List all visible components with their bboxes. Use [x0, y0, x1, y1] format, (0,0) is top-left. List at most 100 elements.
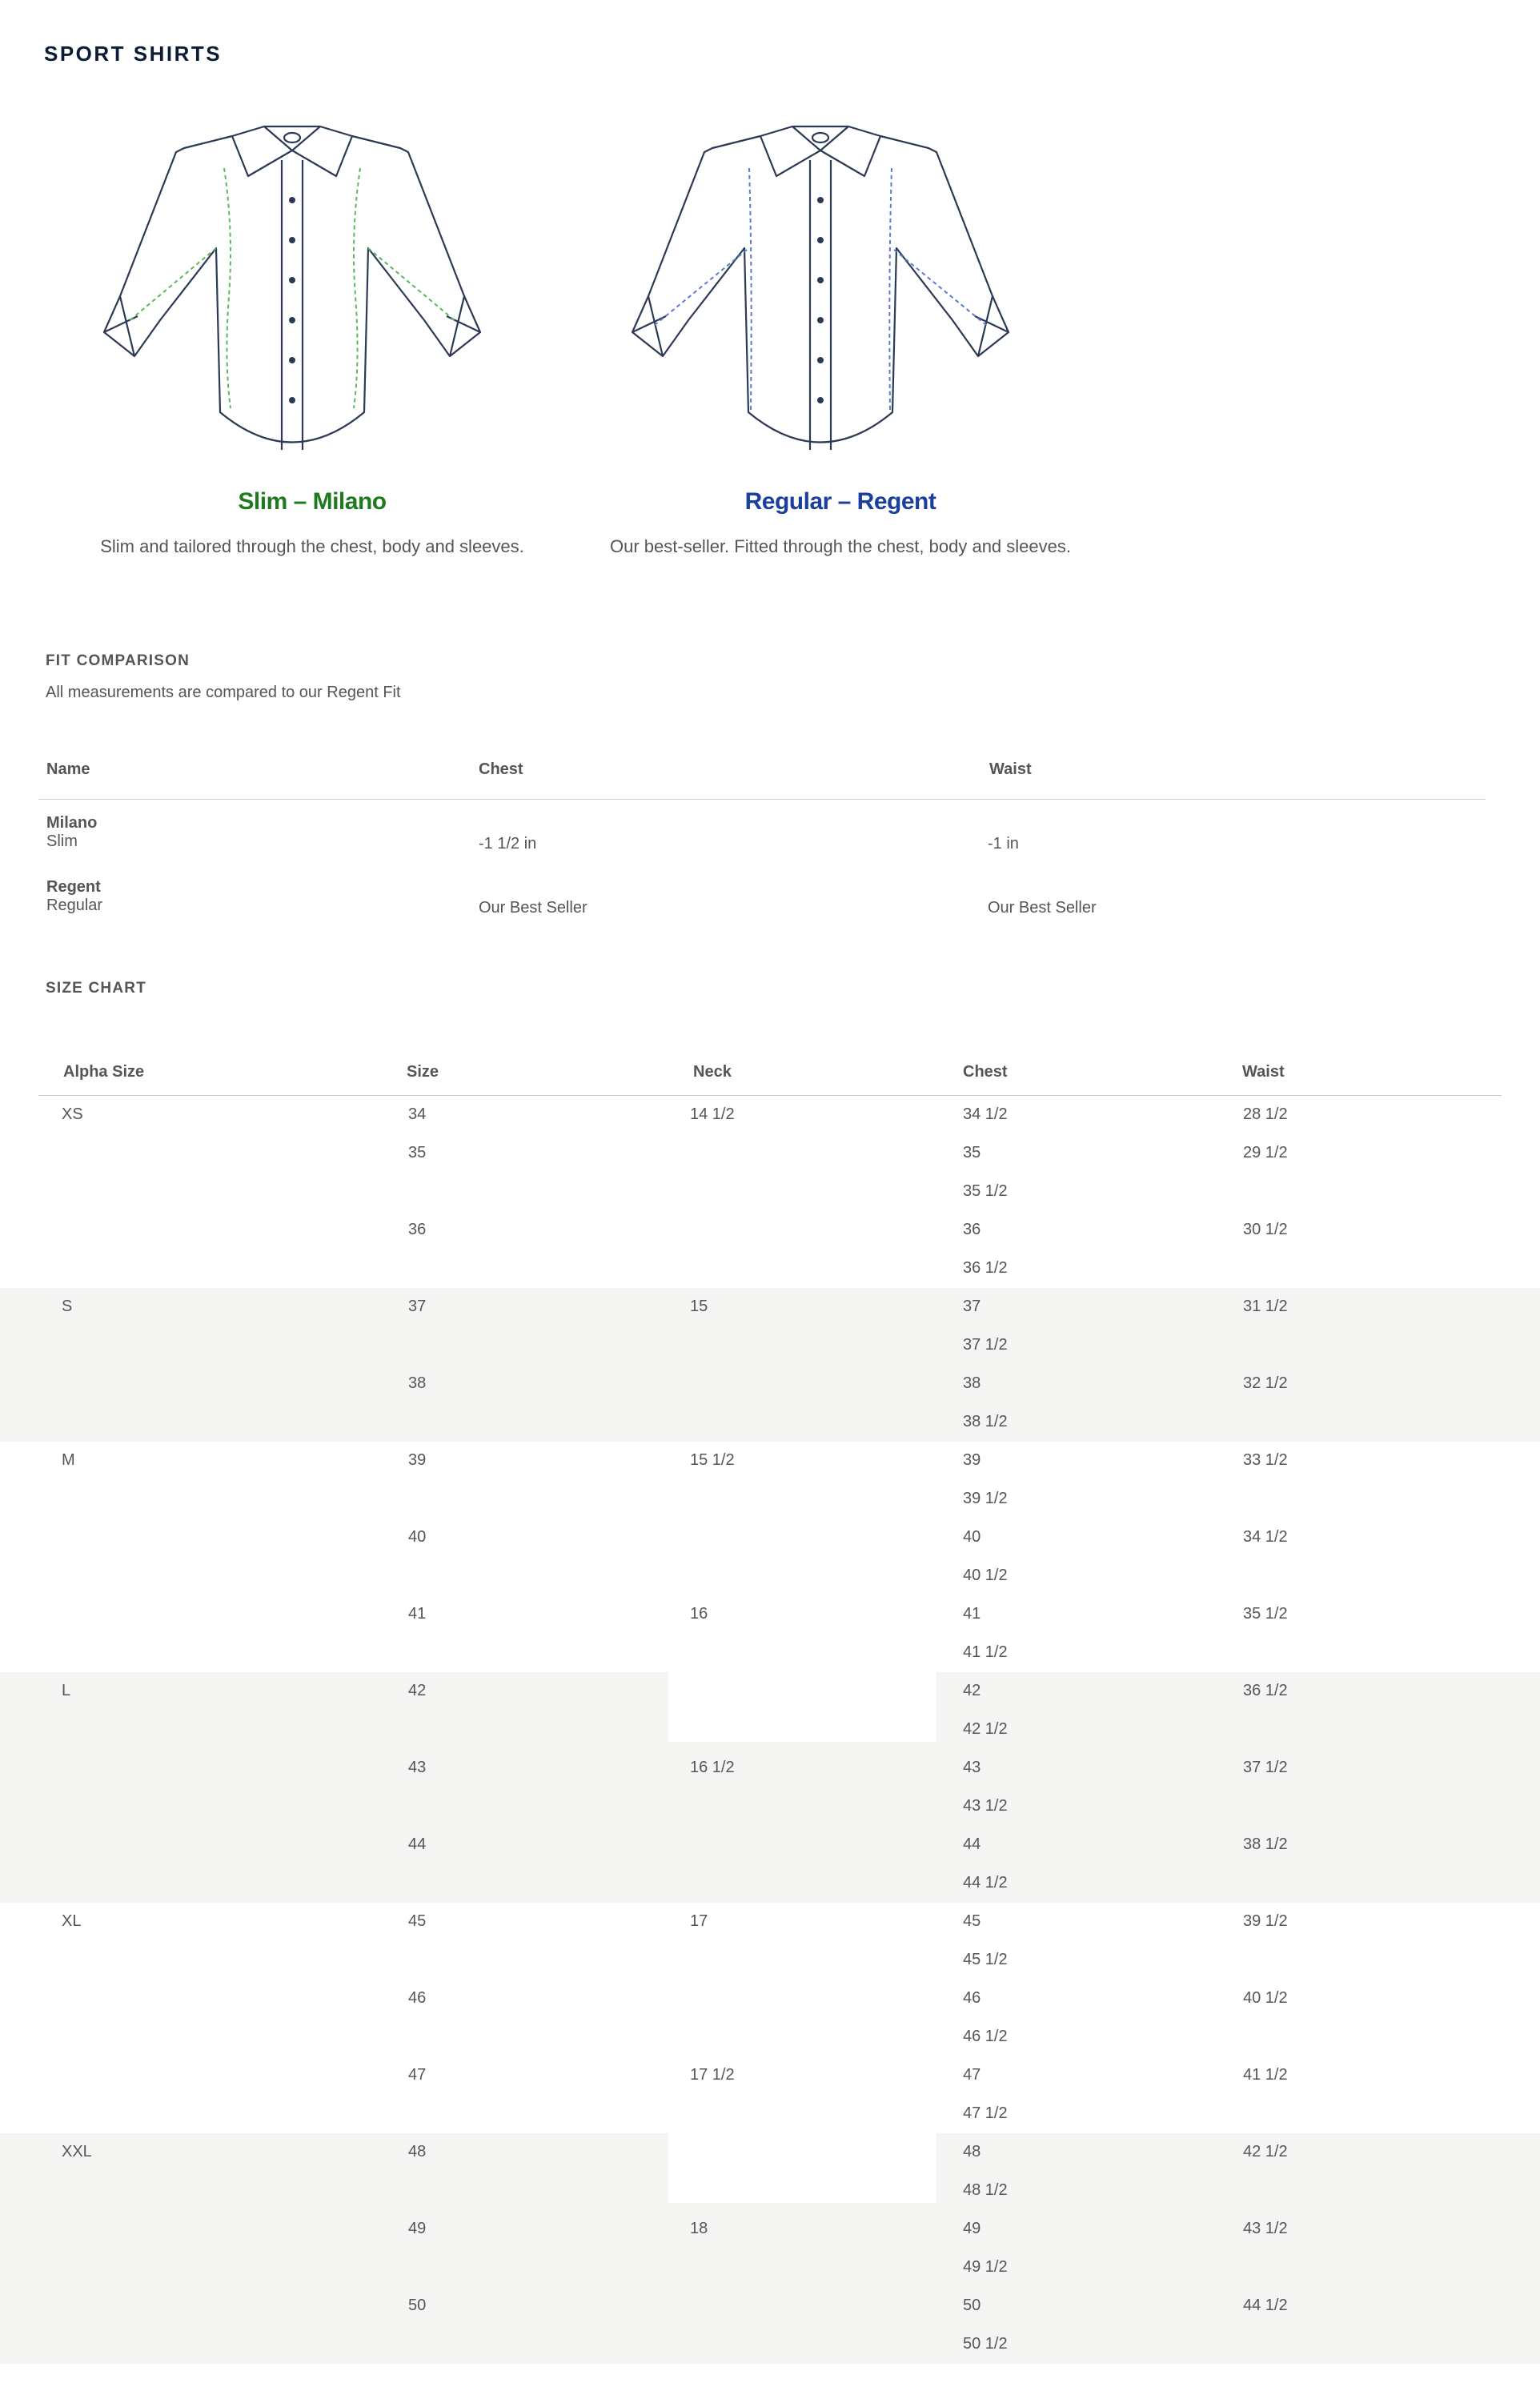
- size-chart-table: Alpha Size Size Neck Chest Waist XS 34 14 …: [0, 1041, 1540, 2364]
- cell-waist: 37 1/2: [1243, 1759, 1288, 1776]
- cell-chest: 43: [963, 1759, 981, 1776]
- cell-chest: 36 1/2: [963, 1259, 1008, 1277]
- cell-neck: 18: [690, 2220, 708, 2237]
- cell-size: 40: [408, 1528, 427, 1546]
- fit-name-slim: Slim – Milano: [238, 488, 387, 515]
- fit-comparison-table: Name Chest Waist Milano Slim -1 1/2 in -…: [38, 752, 1486, 942]
- cell-size: 43: [408, 1759, 427, 1776]
- fit-table-header: Name Chest Waist: [38, 752, 1486, 800]
- table-row: 50 50 44 1/2: [0, 2287, 1540, 2325]
- page-title: SPORT SHIRTS: [44, 42, 223, 66]
- table-row: 39 15 1/2 39 33 1/2: [0, 1442, 1540, 1480]
- cell-chest: 48 1/2: [963, 2181, 1008, 2199]
- fit-comparison-note: All measurements are compared to our Reg…: [46, 684, 401, 701]
- fit-row-name: Milano: [46, 814, 98, 832]
- cell-chest: 37: [963, 1298, 981, 1315]
- cell-waist: 34 1/2: [1243, 1528, 1288, 1546]
- table-row: 35 1/2: [0, 1173, 1540, 1211]
- cell-size: 34: [408, 1105, 427, 1123]
- table-row: 43 16 1/2 43 37 1/2: [0, 1749, 1540, 1787]
- column-header-neck: Neck: [693, 1063, 732, 1081]
- cell-size: 49: [408, 2220, 427, 2237]
- size-group-xxl: XXL 48 48 42 1/2 48 1/2 49 18 49 43 1/2 49 1/2 50 5…: [0, 2133, 1540, 2364]
- table-row: 45 1/2: [0, 1941, 1540, 1980]
- cell-chest: 50: [963, 2297, 981, 2314]
- fit-card-regular[interactable]: Regular – Regent Our best-seller. Fitted…: [576, 112, 1105, 576]
- cell-size: 44: [408, 1835, 427, 1853]
- cell-waist: 33 1/2: [1243, 1451, 1288, 1469]
- cell-waist: 36 1/2: [1243, 1682, 1288, 1699]
- table-row: 42 42 36 1/2: [0, 1672, 1540, 1711]
- cell-waist: 44 1/2: [1243, 2297, 1288, 2314]
- size-groups: XS 34 14 1/2 34 1/2 28 1/2 35 35 29 1/2 35 1/2 36…: [0, 1096, 1540, 2364]
- fit-row-waist: Our Best Seller: [988, 899, 1097, 917]
- fit-comparison-title: FIT COMPARISON: [46, 652, 190, 669]
- cell-waist: 41 1/2: [1243, 2066, 1288, 2084]
- cell-chest: 40: [963, 1528, 981, 1546]
- table-row: 40 1/2: [0, 1557, 1540, 1595]
- size-group-l: L 42 42 36 1/2 42 1/2 43 16 1/2 43 37 1/2 43 1/2 4…: [0, 1672, 1540, 1903]
- column-header-size: Size: [407, 1063, 439, 1081]
- table-row: 48 48 42 1/2: [0, 2133, 1540, 2172]
- cell-chest: 38: [963, 1374, 981, 1392]
- fit-row-chest: -1 1/2 in: [479, 835, 537, 852]
- cell-chest: 46 1/2: [963, 2028, 1008, 2045]
- fit-row-sub: Slim: [46, 832, 78, 850]
- table-row: 44 44 38 1/2: [0, 1826, 1540, 1864]
- column-header-waist: Waist: [1242, 1063, 1285, 1081]
- column-header-chest: Chest: [963, 1063, 1008, 1081]
- cell-chest: 46: [963, 1989, 981, 2007]
- cell-size: 39: [408, 1451, 427, 1469]
- table-row: 39 1/2: [0, 1480, 1540, 1518]
- cell-chest: 42 1/2: [963, 1720, 1008, 1738]
- table-row: 41 1/2: [0, 1634, 1540, 1672]
- table-row: 43 1/2: [0, 1787, 1540, 1826]
- cell-size: 50: [408, 2297, 427, 2314]
- table-row: 44 1/2: [0, 1864, 1540, 1903]
- size-group-s: S 37 15 37 31 1/2 37 1/2 38 38 32 1/2 38 1/2: [0, 1288, 1540, 1442]
- cell-waist: 39 1/2: [1243, 1912, 1288, 1930]
- table-row: 36 36 30 1/2: [0, 1211, 1540, 1250]
- table-row: 35 35 29 1/2: [0, 1134, 1540, 1173]
- cell-size: 37: [408, 1298, 427, 1315]
- cell-chest: 47 1/2: [963, 2104, 1008, 2122]
- cell-neck: 17: [690, 1912, 708, 1930]
- table-row: 47 1/2: [0, 2095, 1540, 2133]
- cell-chest: 44 1/2: [963, 1874, 1008, 1892]
- column-header-chest: Chest: [479, 760, 523, 778]
- cell-size: 42: [408, 1682, 427, 1699]
- fit-row-sub: Regular: [46, 897, 103, 914]
- size-group-m: M 39 15 1/2 39 33 1/2 39 1/2 40 40 34 1/2 40 1/2 4…: [0, 1442, 1540, 1672]
- cell-waist: 29 1/2: [1243, 1144, 1288, 1161]
- fit-description-regular: Our best-seller. Fitted through the ches…: [610, 536, 1071, 556]
- column-header-waist: Waist: [989, 760, 1032, 778]
- cell-chest: 45 1/2: [963, 1951, 1008, 1968]
- cell-waist: 38 1/2: [1243, 1835, 1288, 1853]
- cell-waist: 32 1/2: [1243, 1374, 1288, 1392]
- cell-waist: 43 1/2: [1243, 2220, 1288, 2237]
- cell-size: 47: [408, 2066, 427, 2084]
- cell-size: 38: [408, 1374, 427, 1392]
- cell-chest: 50 1/2: [963, 2335, 1008, 2353]
- cell-chest: 37 1/2: [963, 1336, 1008, 1354]
- fit-card-slim[interactable]: Slim – Milano Slim and tailored through …: [48, 112, 576, 576]
- size-table-header: Alpha Size Size Neck Chest Waist: [38, 1041, 1502, 1096]
- cell-chest: 44: [963, 1835, 981, 1853]
- size-chart-title: SIZE CHART: [46, 980, 146, 997]
- table-row: 41 16 41 35 1/2: [0, 1595, 1540, 1634]
- table-row: 49 1/2: [0, 2249, 1540, 2287]
- table-row: 49 18 49 43 1/2: [0, 2210, 1540, 2249]
- cell-neck: 16 1/2: [690, 1759, 735, 1776]
- fit-description-slim: Slim and tailored through the chest, bod…: [100, 536, 524, 556]
- cell-chest: 34 1/2: [963, 1105, 1008, 1123]
- table-row: 36 1/2: [0, 1250, 1540, 1288]
- cell-chest: 38 1/2: [963, 1413, 1008, 1430]
- table-row: 50 1/2: [0, 2325, 1540, 2364]
- table-row: 37 1/2: [0, 1326, 1540, 1365]
- cell-neck: 17 1/2: [690, 2066, 735, 2084]
- cell-chest: 40 1/2: [963, 1567, 1008, 1584]
- size-group-xl: XL 45 17 45 39 1/2 45 1/2 46 46 40 1/2 46 1/2 47 17…: [0, 1903, 1540, 2133]
- cell-chest: 48: [963, 2143, 981, 2160]
- fit-options: Slim – Milano Slim and tailored through …: [0, 112, 1201, 576]
- fit-row-waist: -1 in: [988, 835, 1019, 852]
